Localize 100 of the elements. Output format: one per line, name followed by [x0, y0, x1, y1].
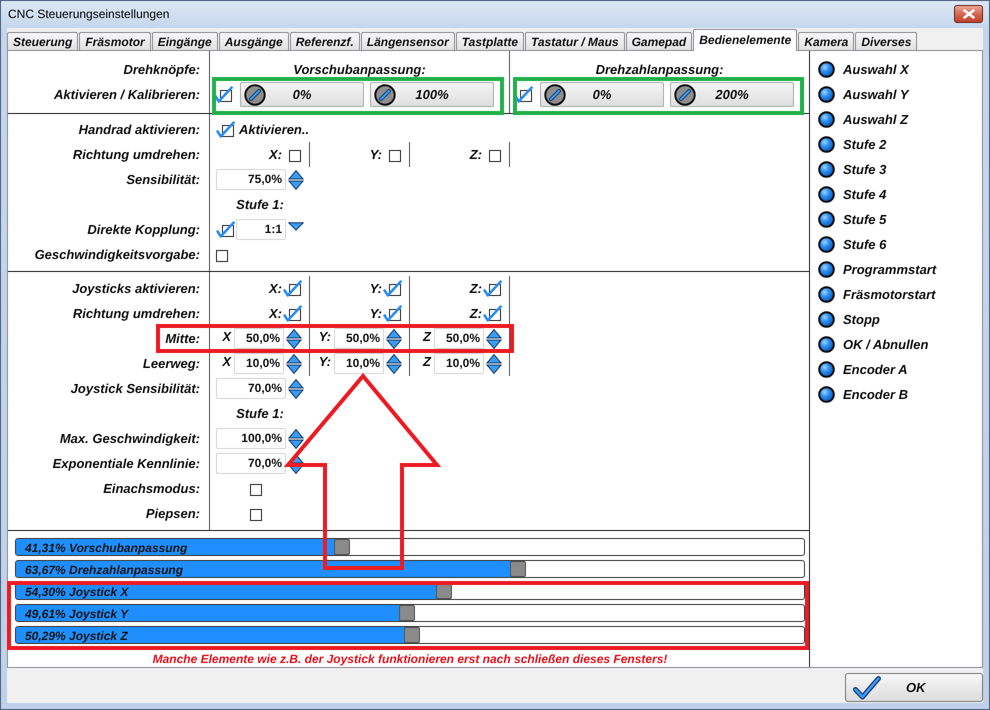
tab[interactable]: Tastatur / Maus: [525, 32, 625, 50]
axis-label: Y:: [318, 329, 331, 344]
number-field[interactable]: 50,0%: [234, 328, 284, 349]
checkbox[interactable]: [216, 221, 235, 238]
field-label: Mitte:: [165, 330, 200, 346]
tab[interactable]: Gamepad: [626, 32, 692, 50]
led-icon: [818, 386, 835, 403]
tab[interactable]: Kamera: [798, 32, 854, 50]
number-field[interactable]: 70,0%: [216, 453, 286, 474]
meter-label: 41,31% Vorschubanpassung: [24, 540, 188, 556]
tab[interactable]: Eingänge: [152, 32, 218, 50]
led-icon: [818, 161, 835, 178]
field-label: Max. Geschwindigkeit:: [60, 430, 200, 446]
spin-arrows-icon[interactable]: [288, 378, 304, 400]
tab[interactable]: Ausgänge: [218, 32, 289, 50]
spin-arrows-icon[interactable]: [286, 352, 302, 374]
field-label: Sensibilität:: [126, 172, 200, 188]
spin-arrows-icon[interactable]: [386, 328, 402, 350]
spin-arrows-icon[interactable]: [288, 168, 304, 190]
led-icon: [818, 86, 835, 103]
tab[interactable]: Längensensor: [360, 32, 455, 50]
input-name: Auswahl X: [843, 62, 909, 77]
dial-icon: [544, 84, 566, 106]
tab[interactable]: Fräsmotor: [79, 32, 151, 50]
led-icon: [818, 211, 835, 228]
led-icon: [818, 286, 835, 303]
checkbox[interactable]: [289, 150, 301, 162]
input-name: Encoder B: [843, 387, 908, 402]
axis-label: Z:: [470, 147, 482, 162]
checkbox[interactable]: [214, 86, 233, 103]
spin-arrows-icon[interactable]: [386, 352, 402, 374]
number-field[interactable]: 10,0%: [334, 353, 384, 374]
led-icon: [818, 336, 835, 353]
number-field[interactable]: 50,0%: [434, 328, 484, 349]
axis-label: X:: [269, 147, 282, 162]
checkbox[interactable]: [383, 280, 402, 297]
checkbox[interactable]: [283, 305, 302, 322]
checkbox[interactable]: [250, 509, 262, 521]
spin-arrows-icon[interactable]: [486, 352, 502, 374]
axis-label: X:: [269, 306, 282, 321]
axis-label: X: [222, 354, 231, 369]
spin-arrows-icon[interactable]: [486, 328, 502, 350]
input-name: OK / Abnullen: [843, 337, 928, 352]
checkbox[interactable]: [283, 280, 302, 297]
input-name: Stufe 5: [843, 212, 886, 227]
field-label: Richtung umdrehen:: [72, 306, 200, 322]
field-label: Aktivieren / Kalibrieren:: [54, 86, 200, 102]
ratio-field[interactable]: 1:1: [236, 219, 286, 240]
calibrate-button[interactable]: 200%: [670, 82, 794, 107]
checkbox[interactable]: [489, 150, 501, 162]
dial-icon: [374, 84, 396, 106]
tab[interactable]: Referenzf.: [290, 32, 360, 50]
number-field[interactable]: 50,0%: [334, 328, 384, 349]
spin-arrows-icon[interactable]: [288, 428, 304, 450]
input-name: Stufe 4: [843, 187, 886, 202]
input-name: Stufe 6: [843, 237, 886, 252]
led-icon: [818, 136, 835, 153]
group-heading: Stufe 1:: [236, 197, 284, 212]
field-label: Einachsmodus:: [103, 480, 200, 496]
spin-arrows-icon[interactable]: [286, 328, 302, 350]
checkbox[interactable]: [216, 250, 228, 262]
meter-label: 49,61% Joystick Y: [24, 606, 128, 622]
number-field[interactable]: 75,0%: [216, 169, 286, 190]
checkbox[interactable]: [389, 150, 401, 162]
tab[interactable]: Tastplatte: [456, 32, 524, 50]
axis-label: Y:: [370, 306, 382, 321]
checkbox[interactable]: [483, 280, 502, 297]
number-field[interactable]: 10,0%: [234, 353, 284, 374]
checkbox[interactable]: [483, 305, 502, 322]
calibrate-button[interactable]: 100%: [370, 82, 494, 107]
calibrate-button[interactable]: 0%: [540, 82, 664, 107]
checkbox[interactable]: [383, 305, 402, 322]
led-icon: [818, 311, 835, 328]
field-label: Joysticks aktivieren:: [72, 280, 200, 296]
number-field[interactable]: 70,0%: [216, 378, 286, 399]
axis-label: Z: [423, 354, 431, 369]
field-label: Leerweg:: [142, 356, 200, 372]
dial-icon: [674, 84, 696, 106]
checkbox[interactable]: [250, 484, 262, 496]
meter-thumb[interactable]: [404, 627, 420, 643]
field-label: Exponentiale Kennlinie:: [52, 456, 200, 472]
column-heading: Drehzahlanpassung:: [596, 61, 724, 79]
meter-thumb[interactable]: [510, 561, 526, 577]
checkbox[interactable]: [514, 86, 533, 103]
ok-button[interactable]: OK: [845, 673, 983, 702]
tab[interactable]: Diverses: [855, 32, 918, 50]
number-field[interactable]: 100,0%: [216, 428, 286, 449]
dropdown-arrow-icon[interactable]: [288, 222, 304, 231]
meter-thumb[interactable]: [398, 605, 415, 621]
checkbox[interactable]: [216, 121, 235, 138]
number-field[interactable]: 10,0%: [434, 353, 484, 374]
led-icon: [818, 186, 835, 203]
meter-thumb[interactable]: [334, 539, 350, 555]
tab[interactable]: Steuerung: [7, 32, 78, 50]
tab[interactable]: Bedienelemente: [693, 29, 798, 51]
close-button[interactable]: [954, 5, 983, 23]
warning-text: Manche Elemente wie z.B. der Joystick funktionieren erst nach schließen dieses Fensters!: [152, 651, 668, 667]
calibrate-button[interactable]: 0%: [240, 82, 364, 107]
checkbox-label: Aktivieren..: [239, 122, 310, 137]
input-name: Stufe 3: [843, 162, 886, 177]
